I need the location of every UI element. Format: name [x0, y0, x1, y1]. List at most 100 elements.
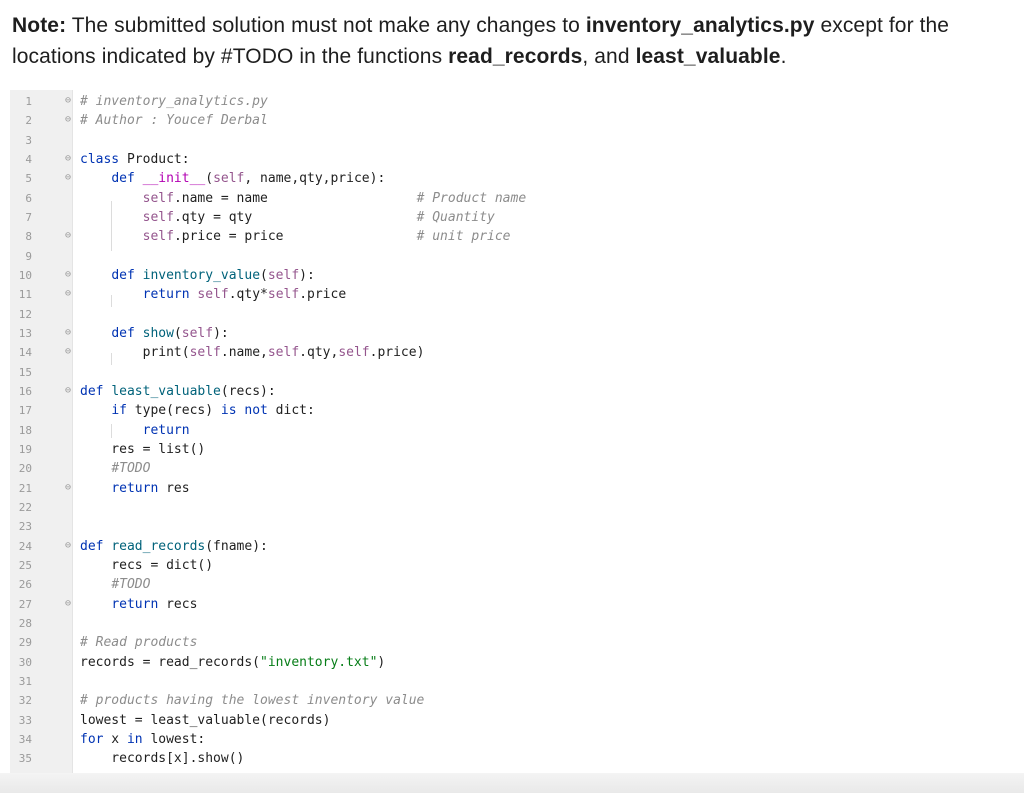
line-number: 33 [18, 713, 32, 727]
fold-marker-icon[interactable]: ⊖ [65, 231, 74, 241]
note-text-4: . [780, 45, 787, 68]
code-line[interactable]: 23 [10, 517, 1014, 536]
fold-marker-icon[interactable]: ⊖ [65, 598, 74, 609]
code-line[interactable]: 5 ⊖ def __init__(self, name,qty,price): [10, 169, 1014, 188]
code-text: self.name = name # Product name [142, 190, 527, 206]
code-line[interactable]: 11 ⊖ return self.qty*self.price [10, 285, 1014, 304]
code-line[interactable]: 24 ⊖ def read_records(fname): [10, 537, 1014, 556]
code-editor[interactable]: 1 ⊖ # inventory_analytics.py 2 ⊖ # Author : Y… [10, 90, 1014, 773]
line-number: 8 [25, 230, 32, 244]
code-line[interactable]: 25 recs = dict() [10, 556, 1014, 575]
fold-marker-icon [65, 560, 74, 570]
instruction-note: Note: The submitted solution must not ma… [12, 10, 1012, 72]
fold-marker-icon[interactable]: ⊖ [65, 173, 74, 183]
fold-marker-icon [65, 521, 74, 531]
code-line[interactable]: 35 records[x].show() [10, 749, 1014, 768]
code-line[interactable]: 9 [10, 247, 1014, 266]
line-number: 6 [25, 191, 32, 205]
fold-marker-icon[interactable]: ⊖ [65, 347, 74, 357]
code-text: records = read_records("inventory.txt") [80, 654, 386, 670]
code-line[interactable]: 3 [10, 131, 1014, 150]
note-text-3: , and [582, 45, 636, 68]
code-line[interactable]: 29 # Read products [10, 633, 1014, 652]
line-number: 29 [18, 636, 32, 650]
code-line[interactable]: 33 lowest = least_valuable(records) [10, 711, 1014, 730]
fold-marker-icon [65, 425, 74, 435]
code-line[interactable]: 20 #TODO [10, 459, 1014, 478]
fold-marker-icon [65, 657, 74, 667]
code-line[interactable]: 27 ⊖ return recs [10, 595, 1014, 614]
line-number: 12 [18, 307, 32, 321]
line-number: 24 [18, 539, 32, 553]
code-line[interactable]: 14 ⊖ print(self.name,self.qty,self.price) [10, 343, 1014, 362]
code-text: for x in lowest: [80, 731, 206, 747]
code-text: self.price = price # unit price [142, 229, 511, 245]
code-line[interactable]: 28 [10, 614, 1014, 633]
code-text: def inventory_value(self): [111, 267, 315, 283]
code-line[interactable]: 1 ⊖ # inventory_analytics.py [10, 92, 1014, 111]
line-number: 5 [25, 172, 32, 186]
code-line[interactable]: 32 # products having the lowest inventory… [10, 691, 1014, 710]
fold-marker-icon [65, 618, 74, 628]
code-line[interactable]: 7 self.qty = qty # Quantity [10, 208, 1014, 227]
fold-marker-icon[interactable]: ⊖ [65, 269, 74, 280]
code-text: #TODO [111, 577, 151, 593]
fold-marker-icon [65, 367, 74, 377]
code-line[interactable]: 19 res = list() [10, 440, 1014, 459]
fold-marker-icon [65, 444, 74, 454]
fold-marker-icon[interactable]: ⊖ [65, 289, 74, 299]
fold-marker-icon[interactable]: ⊖ [65, 153, 74, 164]
code-line[interactable]: 26 #TODO [10, 575, 1014, 594]
code-line[interactable]: 22 [10, 498, 1014, 517]
code-line[interactable]: 31 [10, 672, 1014, 691]
fold-marker-icon [65, 502, 74, 512]
fold-marker-icon [65, 734, 74, 744]
code-line[interactable]: 34 for x in lowest: [10, 730, 1014, 749]
fold-marker-icon[interactable]: ⊖ [65, 385, 74, 396]
line-number: 17 [18, 404, 32, 418]
line-number: 34 [18, 732, 32, 746]
fold-marker-icon [65, 309, 74, 319]
code-text: res = list() [80, 441, 206, 457]
line-number: 28 [18, 616, 32, 630]
code-text: if type(recs) is not dict: [111, 403, 315, 419]
code-text: def least_valuable(recs): [80, 383, 276, 399]
fold-marker-icon[interactable]: ⊖ [65, 115, 74, 125]
line-number: 11 [18, 288, 32, 302]
code-lines[interactable]: 1 ⊖ # inventory_analytics.py 2 ⊖ # Author : Y… [10, 92, 1014, 768]
code-line[interactable]: 10 ⊖ def inventory_value(self): [10, 266, 1014, 285]
code-line[interactable]: 18 return [10, 421, 1014, 440]
line-number: 27 [18, 597, 32, 611]
fold-marker-icon[interactable]: ⊖ [65, 327, 74, 338]
code-text: def read_records(fname): [80, 538, 268, 554]
code-line[interactable]: 16 ⊖ def least_valuable(recs): [10, 382, 1014, 401]
code-line[interactable]: 30 records = read_records("inventory.txt"… [10, 653, 1014, 672]
fold-marker-icon [65, 676, 74, 686]
code-text: # Author : Youcef Derbal [80, 113, 268, 129]
code-line[interactable]: 15 [10, 363, 1014, 382]
fold-marker-icon [65, 637, 74, 647]
code-line[interactable]: 8 ⊖ self.price = price # unit price [10, 227, 1014, 246]
line-number: 3 [25, 133, 32, 147]
note-filename: inventory_analytics.py [585, 14, 815, 37]
fold-marker-icon[interactable]: ⊖ [65, 482, 74, 493]
fold-marker-icon [65, 695, 74, 705]
code-text: records[x].show() [80, 751, 245, 767]
code-line[interactable]: 2 ⊖ # Author : Youcef Derbal [10, 111, 1014, 130]
code-line[interactable]: 13 ⊖ def show(self): [10, 324, 1014, 343]
line-number: 1 [25, 95, 32, 108]
fold-marker-icon [65, 753, 74, 763]
fold-marker-icon[interactable]: ⊖ [65, 96, 74, 106]
code-line[interactable]: 12 [10, 305, 1014, 324]
code-text: return self.qty*self.price [142, 287, 347, 303]
code-text: print(self.name,self.qty,self.price) [80, 345, 425, 361]
fold-marker-icon[interactable]: ⊖ [65, 540, 74, 551]
code-line[interactable]: 17 if type(recs) is not dict: [10, 401, 1014, 420]
line-number: 15 [18, 365, 32, 379]
line-number: 26 [18, 578, 32, 592]
code-line[interactable]: 4 ⊖ class Product: [10, 150, 1014, 169]
code-line[interactable]: 6 self.name = name # Product name [10, 189, 1014, 208]
code-line[interactable]: 21 ⊖ return res [10, 479, 1014, 498]
code-text: # products having the lowest inventory v… [80, 693, 425, 709]
line-number: 19 [18, 442, 32, 456]
